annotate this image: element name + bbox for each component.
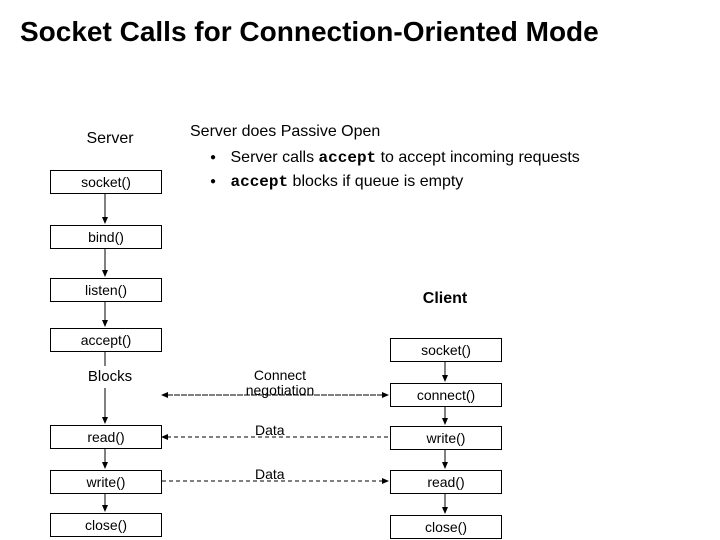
client-label: Client: [390, 290, 500, 308]
client-write-box: write(): [390, 426, 502, 450]
server-write-box: write(): [50, 470, 162, 494]
server-label: Server: [55, 130, 165, 148]
client-socket-box: socket(): [390, 338, 502, 362]
server-bind-box: bind(): [50, 225, 162, 249]
client-close-box: close(): [390, 515, 502, 539]
slide-title: Socket Calls for Connection-Oriented Mod…: [20, 15, 700, 49]
server-read-box: read(): [50, 425, 162, 449]
client-connect-box: connect(): [390, 383, 502, 407]
flow-data2-label: Data: [255, 466, 285, 482]
server-listen-box: listen(): [50, 278, 162, 302]
flow-data1-label: Data: [255, 422, 285, 438]
server-blocks-label: Blocks: [55, 368, 165, 385]
server-close-box: close(): [50, 513, 162, 537]
diagram: Server socket() bind() listen() accept()…: [20, 120, 700, 540]
client-read-box: read(): [390, 470, 502, 494]
server-socket-box: socket(): [50, 170, 162, 194]
server-accept-box: accept(): [50, 328, 162, 352]
flow-negotiation-label: Connect negotiation: [235, 368, 325, 399]
